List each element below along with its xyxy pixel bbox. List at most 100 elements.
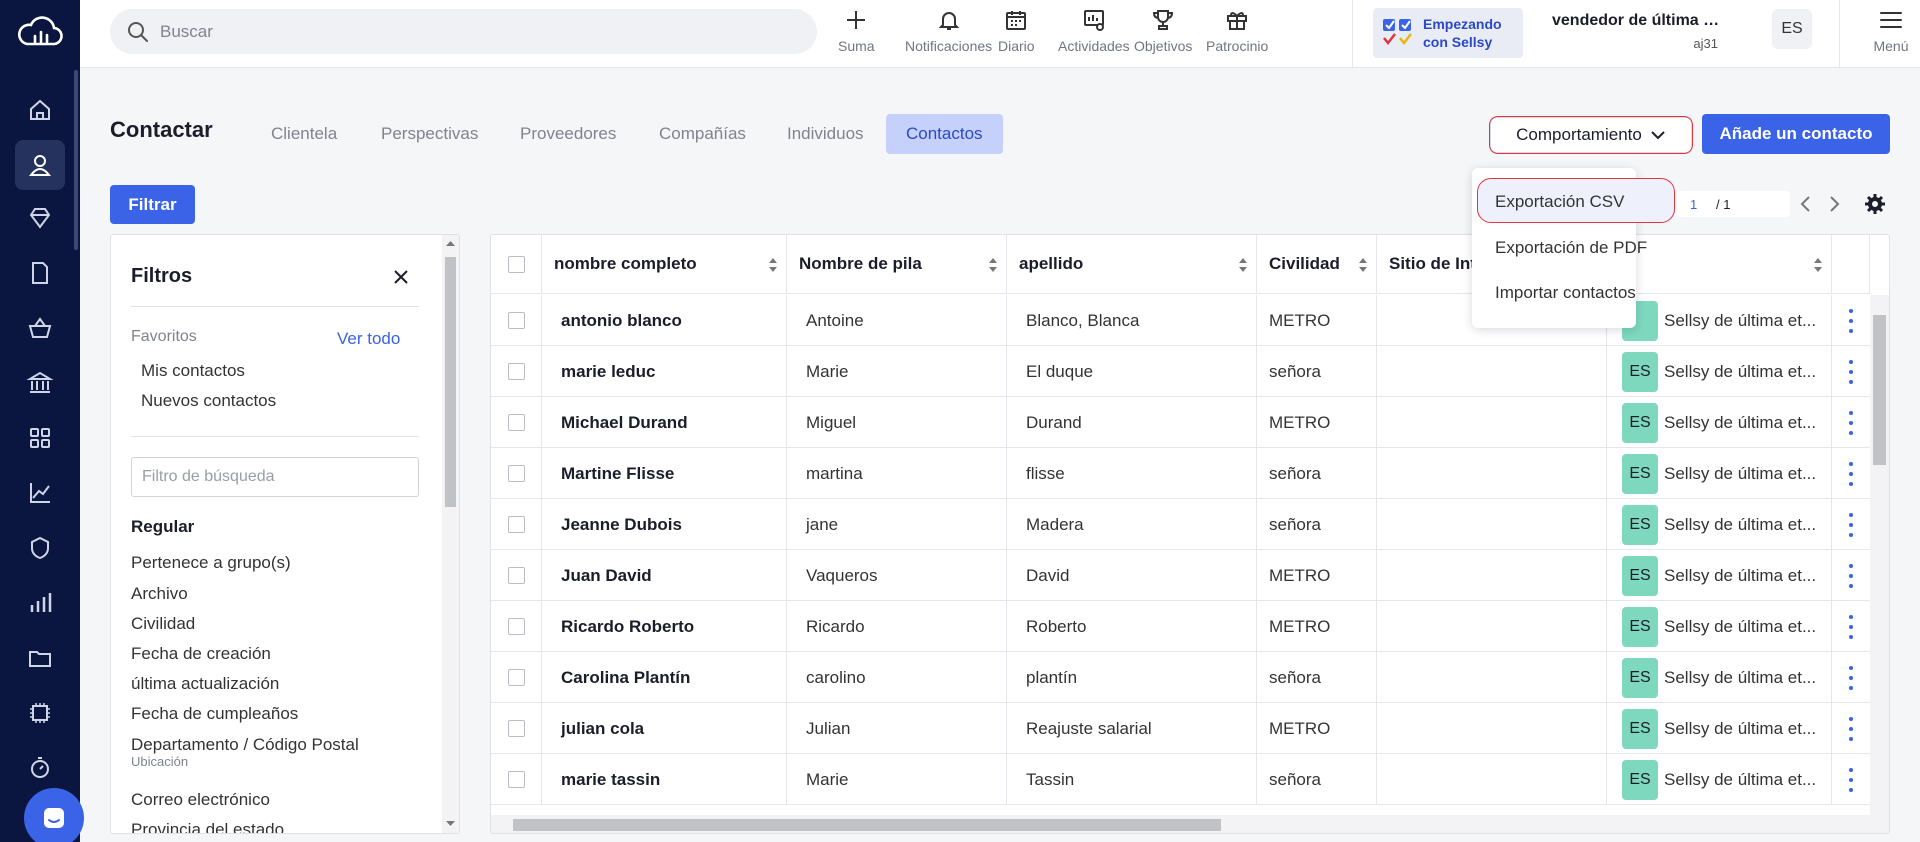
next-page-icon[interactable] — [1825, 193, 1845, 215]
behavior-button[interactable]: Comportamiento — [1490, 117, 1692, 153]
sort-icon[interactable] — [768, 257, 778, 273]
filter-search-input[interactable] — [131, 457, 419, 497]
row-checkbox[interactable] — [507, 465, 525, 482]
toolbar-bell-button[interactable]: Notificaciones — [905, 6, 992, 62]
row-checkbox[interactable] — [507, 618, 525, 635]
table-row[interactable]: Ricardo Roberto Ricardo Roberto METRO ES Sell… — [491, 601, 1871, 652]
table-vertical-scroll-thumb[interactable] — [1873, 315, 1886, 465]
sidebar-item-bank[interactable] — [15, 358, 65, 408]
page-number-input[interactable]: 1 / 1 — [1676, 191, 1790, 217]
table-row[interactable]: Juan David Vaqueros David METRO ES Sellsy de … — [491, 550, 1871, 601]
table-row[interactable]: marie tassin Marie Tassin señora ES Sellsy de… — [491, 754, 1871, 805]
more-vertical-icon[interactable] — [1848, 410, 1854, 435]
gear-icon[interactable] — [1864, 193, 1886, 215]
row-checkbox[interactable] — [507, 669, 525, 686]
full-name-cell-text[interactable]: julian cola — [561, 719, 644, 739]
row-checkbox[interactable] — [507, 312, 525, 329]
sort-icon[interactable] — [988, 257, 998, 273]
column-header[interactable]: Nombre de pila — [787, 235, 1007, 294]
table-row[interactable]: Michael Durand Miguel Durand METRO ES Sellsy … — [491, 397, 1871, 448]
select-all-cell[interactable] — [491, 235, 542, 294]
table-row[interactable]: marie leduc Marie El duque señora ES Sellsy d… — [491, 346, 1871, 397]
sidebar-item-basket[interactable] — [15, 303, 65, 353]
sort-icon[interactable] — [1238, 257, 1248, 273]
filter-option[interactable]: Departamento / Código Postal — [131, 735, 359, 755]
sort-icon[interactable] — [1813, 257, 1823, 273]
cloud-logo-icon[interactable] — [15, 12, 65, 52]
toolbar-trophy-button[interactable]: Objetivos — [1134, 6, 1192, 62]
sidebar-item-apps-grid[interactable] — [15, 413, 65, 463]
favorite-new-contacts[interactable]: Nuevos contactos — [141, 391, 276, 411]
full-name-cell-text[interactable]: Michael Durand — [561, 413, 688, 433]
sidebar-item-stopwatch[interactable] — [15, 743, 65, 793]
favorite-my-contacts[interactable]: Mis contactos — [141, 361, 245, 381]
table-row[interactable]: julian cola Julian Reajuste salarial METRO E… — [491, 703, 1871, 754]
toolbar-calendar-button[interactable]: Diario — [998, 6, 1035, 62]
full-name-cell-text[interactable]: Jeanne Dubois — [561, 515, 682, 535]
filter-option[interactable]: Fecha de creación — [131, 644, 271, 664]
row-checkbox[interactable] — [507, 771, 525, 788]
sort-icon[interactable] — [1358, 257, 1368, 273]
sidebar-item-document[interactable] — [15, 248, 65, 298]
see-all-link[interactable]: Ver todo — [337, 329, 400, 349]
chat-support-button[interactable] — [24, 788, 84, 842]
nav-scrollbar[interactable] — [74, 70, 78, 250]
user-name[interactable]: vendedor de última eta... — [1552, 12, 1722, 30]
column-header[interactable]: Civilidad — [1257, 235, 1377, 294]
toolbar-plus-button[interactable]: Suma — [838, 6, 875, 62]
column-header[interactable]: nombre completo — [542, 235, 787, 294]
row-checkbox[interactable] — [507, 516, 525, 533]
more-vertical-icon[interactable] — [1848, 359, 1854, 384]
tab-individuos[interactable]: Individuos — [767, 114, 884, 154]
full-name-cell-text[interactable]: Carolina Plantín — [561, 668, 690, 688]
row-checkbox[interactable] — [507, 720, 525, 737]
sidebar-item-home[interactable] — [15, 85, 65, 135]
filter-option[interactable]: Pertenece a grupo(s) — [131, 553, 291, 573]
previous-page-icon[interactable] — [1795, 193, 1815, 215]
filter-button[interactable]: Filtrar — [110, 185, 195, 224]
sidebar-item-folder[interactable] — [15, 633, 65, 683]
more-vertical-icon[interactable] — [1848, 614, 1854, 639]
full-name-cell-text[interactable]: antonio blanco — [561, 311, 682, 331]
sidebar-item-chip[interactable] — [15, 688, 65, 738]
filter-option[interactable]: Fecha de cumpleaños — [131, 704, 298, 724]
more-vertical-icon[interactable] — [1848, 563, 1854, 588]
full-name-cell-text[interactable]: Juan David — [561, 566, 652, 586]
sidebar-item-contacts[interactable] — [15, 140, 65, 190]
filter-option[interactable]: Civilidad — [131, 614, 195, 634]
more-vertical-icon[interactable] — [1848, 767, 1854, 792]
close-icon[interactable] — [391, 267, 411, 287]
tab-contactos[interactable]: Contactos — [886, 114, 1003, 154]
tab-clientela[interactable]: Clientela — [251, 114, 357, 154]
menu-item-import-contacts[interactable]: Importar contactos — [1495, 283, 1636, 303]
sidebar-item-chart-line[interactable] — [15, 468, 65, 518]
add-contact-button[interactable]: Añade un contacto — [1702, 114, 1890, 154]
filter-option[interactable]: Archivo — [131, 584, 188, 604]
table-row[interactable]: Jeanne Dubois jane Madera señora ES Sellsy de… — [491, 499, 1871, 550]
sidebar-item-diamond[interactable] — [15, 193, 65, 243]
more-vertical-icon[interactable] — [1848, 308, 1854, 333]
full-name-cell-text[interactable]: Martine Flisse — [561, 464, 674, 484]
toolbar-activities-button[interactable]: Actividades — [1058, 6, 1130, 62]
more-vertical-icon[interactable] — [1848, 716, 1854, 741]
scroll-up-icon[interactable] — [445, 239, 456, 247]
table-horizontal-scroll-thumb[interactable] — [513, 819, 1221, 831]
filter-option[interactable]: Correo electrónico — [131, 790, 270, 810]
row-checkbox[interactable] — [507, 414, 525, 431]
tab-perspectivas[interactable]: Perspectivas — [361, 114, 498, 154]
menu-item-export-csv[interactable]: Exportación CSV — [1495, 192, 1624, 212]
more-vertical-icon[interactable] — [1848, 665, 1854, 690]
full-name-cell-text[interactable]: marie leduc — [561, 362, 656, 382]
row-checkbox[interactable] — [507, 567, 525, 584]
filter-option[interactable]: última actualización — [131, 674, 279, 694]
scroll-down-icon[interactable] — [445, 820, 456, 828]
toolbar-gift-button[interactable]: Patrocinio — [1206, 6, 1268, 62]
global-search-input[interactable] — [160, 19, 800, 44]
filters-scroll-thumb[interactable] — [445, 257, 456, 507]
onboarding-button[interactable]: Empezando con Sellsy — [1373, 8, 1523, 58]
sidebar-item-bar-chart[interactable] — [15, 578, 65, 628]
column-header[interactable]: apellido — [1007, 235, 1257, 294]
global-search[interactable] — [110, 9, 817, 54]
full-name-cell-text[interactable]: Ricardo Roberto — [561, 617, 694, 637]
more-vertical-icon[interactable] — [1848, 512, 1854, 537]
